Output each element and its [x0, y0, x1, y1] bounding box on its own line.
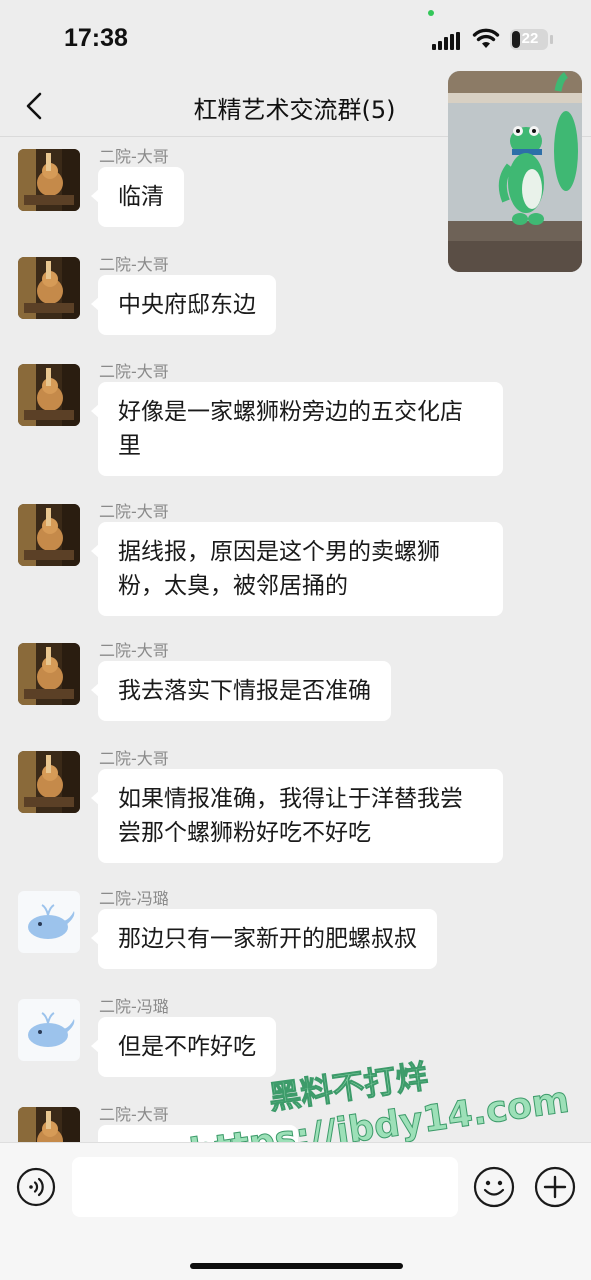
message-bubble[interactable]: 我去落实下情报是否准确 [91, 661, 391, 721]
cat-avatar[interactable] [18, 257, 80, 319]
sender-name: 二院-大哥 [99, 147, 169, 166]
message-bubble[interactable] [98, 1125, 298, 1142]
message-bubble[interactable]: 如果情报准确，我得让于洋替我尝尝那个螺狮粉好吃不好吃 [91, 769, 503, 863]
message-list[interactable]: 二院-大哥 临清 二院-大哥 中央府邸东边 二院-大哥 好像是一家螺狮粉旁边的五… [0, 137, 591, 1142]
cat-avatar[interactable] [18, 149, 80, 211]
message-bubble[interactable]: 好像是一家螺狮粉旁边的五交化店里 [91, 382, 503, 476]
message-bubble[interactable]: 临清 [91, 167, 184, 227]
cat-avatar[interactable] [18, 751, 80, 813]
home-indicator[interactable] [190, 1263, 403, 1269]
message-bubble[interactable]: 据线报，原因是这个男的卖螺狮粉，太臭，被邻居捅的 [91, 522, 503, 616]
sender-name: 二院-大哥 [99, 749, 169, 768]
cat-avatar[interactable] [18, 504, 80, 566]
battery-level: 22 [521, 30, 539, 47]
wifi-icon [472, 28, 500, 48]
whale-avatar[interactable] [18, 891, 80, 953]
message-bubble[interactable]: 中央府邸东边 [91, 275, 276, 335]
message-bubble[interactable]: 但是不咋好吃 [91, 1017, 276, 1077]
sender-name: 二院-大哥 [99, 255, 169, 274]
status-bar: 17:38 22 [0, 0, 591, 78]
battery-cap [550, 35, 553, 44]
whale-avatar[interactable] [18, 999, 80, 1061]
sender-name: 二院-冯璐 [99, 997, 169, 1016]
emoji-icon[interactable] [473, 1166, 515, 1208]
privacy-indicator-dot [428, 10, 434, 16]
sender-name: 二院-大哥 [99, 502, 169, 521]
plus-icon[interactable] [534, 1166, 576, 1208]
cat-avatar[interactable] [18, 1107, 80, 1142]
cat-avatar[interactable] [18, 364, 80, 426]
message-input[interactable] [72, 1157, 458, 1217]
battery-icon: 22 [510, 29, 548, 50]
voice-icon[interactable] [16, 1167, 56, 1207]
picture-in-picture-video[interactable] [448, 71, 582, 272]
status-time: 17:38 [64, 24, 128, 52]
sender-name: 二院-大哥 [99, 641, 169, 660]
sender-name: 二院-大哥 [99, 362, 169, 381]
signal-icon [432, 32, 460, 50]
sender-name: 二院-冯璐 [99, 889, 169, 908]
message-bubble[interactable]: 那边只有一家新开的肥螺叔叔 [91, 909, 437, 969]
cat-avatar[interactable] [18, 643, 80, 705]
sender-name: 二院-大哥 [99, 1105, 169, 1124]
chat-input-bar [0, 1142, 591, 1280]
